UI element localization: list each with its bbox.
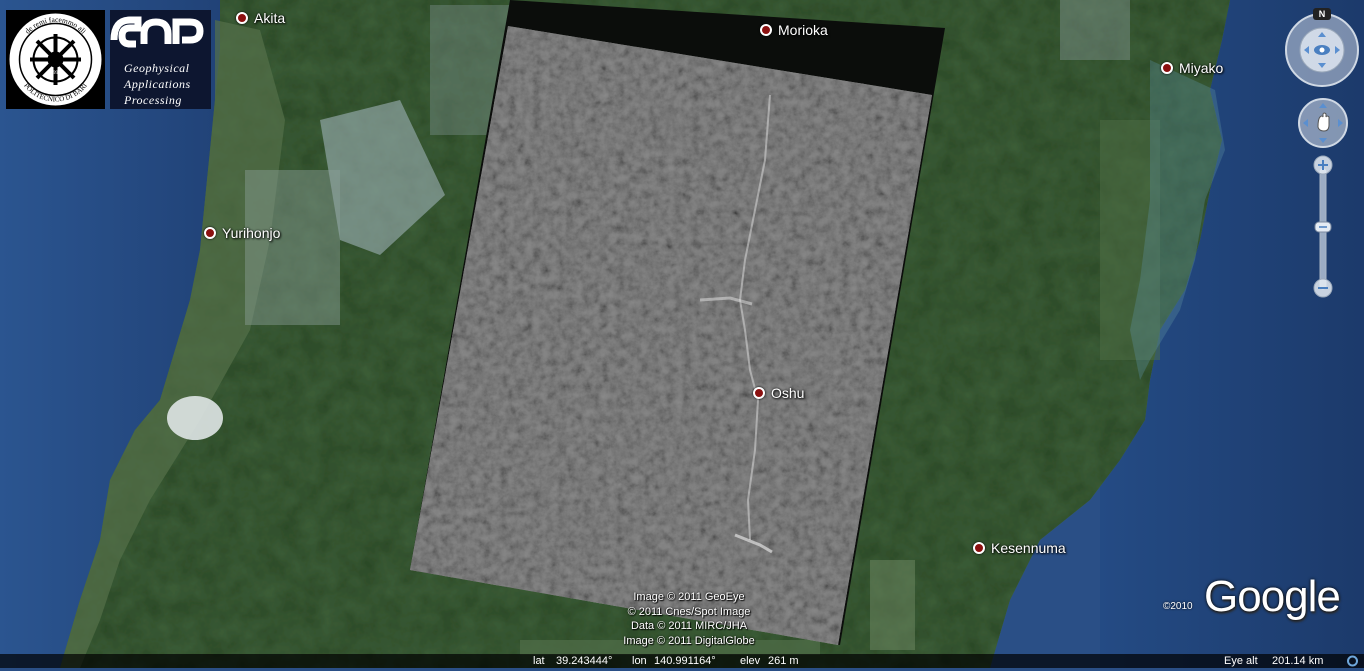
look-compass[interactable]: N <box>1284 8 1360 88</box>
lon-label: lon <box>632 655 647 667</box>
status-bar: lat 39.243444° lon 140.991164° elev 261 … <box>0 654 1364 668</box>
politecnico-bari-logo: 1990 de remi facemmo ali POLITECNICO DI … <box>6 10 105 109</box>
place-marker-miyako[interactable]: Miyako <box>1161 60 1223 76</box>
gap-mark-icon <box>110 16 204 48</box>
credit-line: Image © 2011 GeoEye <box>633 591 745 603</box>
place-marker-kesennuma[interactable]: Kesennuma <box>973 540 1066 556</box>
lat-label: lat <box>533 655 545 667</box>
gap-line-2: Applications <box>124 77 191 91</box>
eye-alt-label: Eye alt <box>1224 655 1258 667</box>
credit-line: Data © 2011 MIRC/JHA <box>630 620 748 632</box>
credit-line: © 2011 Cnes/Spot Image <box>627 605 751 618</box>
streaming-icon <box>1346 655 1359 671</box>
zoom-slider[interactable] <box>1312 155 1334 300</box>
place-marker-morioka[interactable]: Morioka <box>760 22 828 38</box>
place-dot-icon <box>973 542 985 554</box>
place-dot-icon <box>760 24 772 36</box>
place-marker-akita[interactable]: Akita <box>236 10 285 26</box>
lat-value: 39.243444° <box>556 655 613 667</box>
imagery-credits: Image © 2011 GeoEye © 2011 Cnes/Spot Ima… <box>574 590 804 648</box>
elev-label: elev <box>740 655 761 667</box>
gap-logo: Geophysical Applications Processing <box>110 10 211 109</box>
elev-value: 261 m <box>768 655 799 667</box>
compass-north-label: N <box>1319 9 1326 19</box>
place-marker-yurihonjo[interactable]: Yurihonjo <box>204 225 280 241</box>
brand-copyright: ©2010 <box>1163 601 1193 612</box>
place-dot-icon <box>204 227 216 239</box>
credit-line: Image © 2011 DigitalGlobe <box>623 634 755 647</box>
place-marker-oshu[interactable]: Oshu <box>753 385 804 401</box>
poliba-year: 1990 <box>51 71 62 76</box>
place-dot-icon <box>753 387 765 399</box>
lon-value: 140.991164° <box>654 655 716 667</box>
place-dot-icon <box>1161 62 1173 74</box>
google-logo: Google <box>1204 572 1341 621</box>
place-label: Kesennuma <box>991 540 1066 556</box>
gap-line-1: Geophysical <box>124 61 190 75</box>
place-label: Yurihonjo <box>222 225 281 241</box>
place-label: Oshu <box>771 385 805 401</box>
place-dot-icon <box>236 12 248 24</box>
place-label: Akita <box>254 10 286 26</box>
gap-line-3: Processing <box>124 93 182 107</box>
place-label: Miyako <box>1179 60 1224 76</box>
move-joystick[interactable] <box>1297 97 1349 149</box>
place-label: Morioka <box>778 22 828 38</box>
eye-alt-value: 201.14 km <box>1272 655 1324 667</box>
